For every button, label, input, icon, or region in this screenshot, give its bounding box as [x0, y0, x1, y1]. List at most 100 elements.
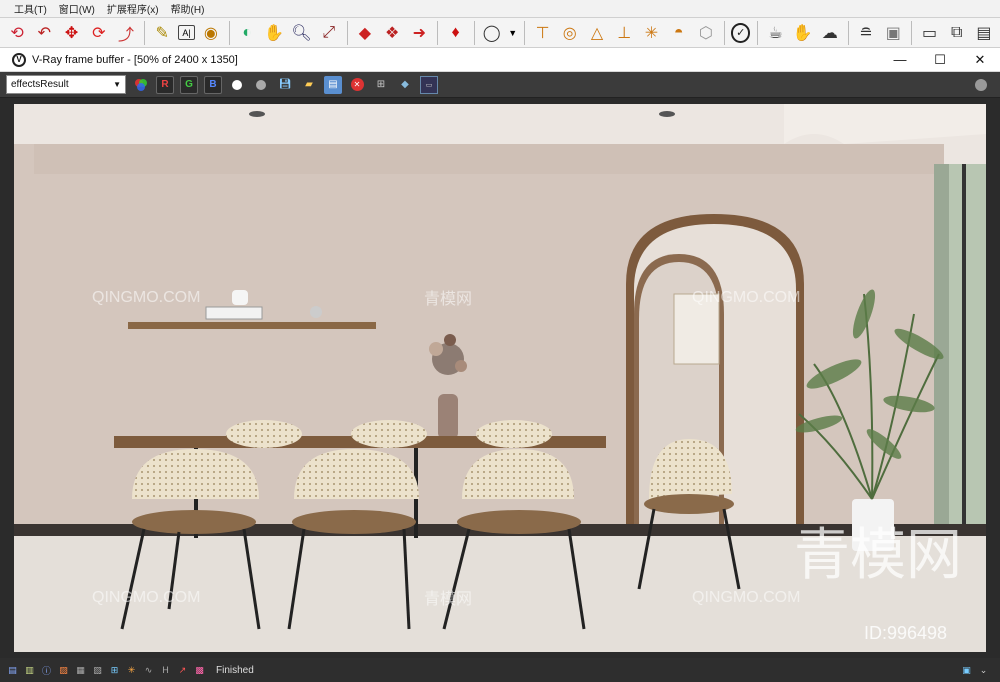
section-plane-icon[interactable]: ◆ [354, 21, 376, 44]
gray-dot-icon[interactable] [252, 76, 270, 94]
id-label: ID:996498 [864, 623, 947, 643]
region-render-icon[interactable]: ⊞ [372, 76, 390, 94]
cloud-icon[interactable]: ☁ [819, 21, 841, 44]
ruby-icon[interactable]: ♦ [444, 21, 466, 44]
spot-light-icon[interactable]: △ [586, 21, 608, 44]
red-channel-button[interactable]: R [156, 75, 174, 94]
main-toolbar: ⟲ ↶ ✥ ⟳ ⤴ ✎ A| ◉ ◐ ✋ 🔍︎ ⤢ ◆ ❖ ➜ ♦ ◯ ▼ ⊤ … [0, 18, 1000, 48]
mesh-light-icon[interactable]: ⬡ [695, 21, 717, 44]
sphere-light-icon[interactable]: ◎ [559, 21, 581, 44]
wheel-icon[interactable]: ⟲ [6, 21, 28, 44]
vfb-title: V-Ray frame buffer - [50% of 2400 x 1350… [32, 53, 238, 66]
key-icon[interactable]: ✎ [151, 21, 173, 44]
vfb-toolbar: effectsResult ▼ R G B 💾︎ ▰ ▤ ✕ ⊞ ◆ ▭ [0, 72, 1000, 98]
toolbar-separator [524, 20, 526, 45]
hook-icon[interactable]: ↶ [33, 21, 55, 44]
chevron-down-icon: ▼ [113, 80, 121, 89]
zoom-icon[interactable]: 🔍︎ [290, 21, 312, 44]
maximize-button[interactable]: ☐ [920, 52, 960, 68]
light-icon[interactable]: ⊤ [531, 21, 553, 44]
watermark-text: QINGMO.COM [92, 589, 200, 606]
menu-bar: 工具(T) 窗口(W) 扩展程序(x) 帮助(H) [0, 0, 1000, 18]
render-image[interactable]: QINGMO.COM QINGMO.COM 青模网 QINGMO.COM QIN… [14, 104, 986, 652]
vfb-status-bar: ▤ ▥ ⓘ ▨ ▦ ▧ ⊞ ✳ ∿ H ↗ ▩ Finished ▣ ⌄ [0, 658, 1000, 682]
chevron-down-icon[interactable]: ⌄ [977, 664, 990, 677]
correction-icon[interactable]: ✳ [125, 664, 138, 677]
stamp-icon[interactable]: ▧ [91, 664, 104, 677]
history-icon[interactable]: ▤ [6, 664, 19, 677]
lens-effects-icon[interactable]: ▭ [420, 75, 438, 94]
minimize-button[interactable]: — [880, 52, 920, 67]
channel-select[interactable]: effectsResult ▼ [6, 75, 126, 94]
clear-image-icon[interactable]: ✕ [348, 76, 366, 94]
text-tool-icon[interactable]: A| [178, 25, 195, 40]
watermark-text: QINGMO.COM [92, 289, 200, 306]
curve-icon[interactable]: ∿ [142, 664, 155, 677]
rotate-icon[interactable]: ⟳ [88, 21, 110, 44]
render-icon[interactable]: ◆ [396, 76, 414, 94]
teapot-icon[interactable]: ☕︎ [764, 21, 786, 44]
ground-plane-icon[interactable]: ≘ [855, 21, 877, 44]
settings-icon[interactable] [972, 76, 990, 94]
vray-logo-icon: V [12, 52, 26, 67]
watermark-text: QINGMO.COM [692, 289, 800, 306]
move-icon[interactable]: ✥ [60, 21, 82, 44]
clipboard-icon[interactable]: ▤ [324, 75, 342, 94]
watermark-cn-text: 青模网 [424, 289, 472, 308]
toolbar-separator [473, 20, 475, 45]
omni-light-icon[interactable]: ✳ [640, 21, 662, 44]
histogram-icon[interactable]: ▦ [74, 664, 87, 677]
render-viewport: QINGMO.COM QINGMO.COM 青模网 QINGMO.COM QIN… [0, 98, 1000, 658]
window-icon[interactable]: ▭ [918, 21, 940, 44]
lut-icon[interactable]: ▨ [57, 664, 70, 677]
menu-window[interactable]: 窗口(W) [59, 1, 95, 16]
paint-icon[interactable]: ◉ [200, 21, 222, 44]
blue-channel-button[interactable]: B [204, 75, 222, 94]
open-folder-icon[interactable]: ▰ [300, 76, 318, 94]
watermark-text: QINGMO.COM [692, 589, 800, 606]
track-icon[interactable]: ↗ [176, 664, 189, 677]
toolbar-separator [228, 20, 230, 45]
hand-icon[interactable]: ✋ [792, 21, 814, 44]
component-icon[interactable]: ❖ [381, 21, 403, 44]
color-channels-icon[interactable] [132, 76, 150, 94]
green-channel-button[interactable]: G [180, 75, 198, 94]
panel-icon[interactable]: ▤ [973, 21, 995, 44]
toolbar-separator [346, 20, 348, 45]
log-icon[interactable]: ▥ [23, 664, 36, 677]
dome-light-icon[interactable]: ◓ [668, 21, 690, 44]
menu-help[interactable]: 帮助(H) [171, 1, 205, 16]
save-image-icon[interactable]: 💾︎ [276, 76, 294, 94]
color-icon[interactable]: ▩ [193, 664, 206, 677]
big-watermark-text: 青模网 [794, 523, 962, 588]
vfb-titlebar: V V-Ray frame buffer - [50% of 2400 x 13… [0, 48, 1000, 72]
rendered-dining-room: QINGMO.COM QINGMO.COM 青模网 QINGMO.COM QIN… [14, 104, 986, 652]
toolbar-separator [757, 20, 759, 45]
close-button[interactable]: ✕ [960, 52, 1000, 68]
zoom-extents-icon[interactable]: ⤢ [318, 21, 340, 44]
user-icon[interactable]: ◯ [481, 21, 503, 44]
toolbar-separator [911, 20, 913, 45]
info-icon[interactable]: ⓘ [40, 664, 53, 677]
channel-value: effectsResult [11, 79, 69, 90]
menu-tools[interactable]: 工具(T) [14, 1, 47, 16]
toolbar-separator [144, 20, 146, 45]
scale-icon[interactable]: ⤴ [115, 21, 137, 44]
render-status: Finished [216, 664, 254, 676]
vray-icon[interactable]: ✓ [730, 22, 751, 43]
pan-icon[interactable]: ✋ [263, 21, 285, 44]
toolbar-separator [848, 20, 849, 45]
frame-icon[interactable]: ▣ [882, 21, 904, 44]
compare-icon[interactable]: ⊞ [108, 664, 121, 677]
pin-icon[interactable]: ▣ [960, 664, 973, 677]
ies-light-icon[interactable]: ⊥ [613, 21, 635, 44]
hsv-icon[interactable]: H [159, 664, 172, 677]
toolbar-separator [723, 20, 725, 45]
orbit-icon[interactable]: ◐ [236, 21, 258, 44]
camera-icon[interactable]: ⧉ [946, 21, 968, 44]
export-icon[interactable]: ➜ [408, 21, 430, 44]
watermark-cn-text: 青模网 [424, 589, 472, 608]
chevron-down-icon[interactable]: ▼ [508, 21, 518, 44]
menu-extensions[interactable]: 扩展程序(x) [107, 1, 159, 16]
white-dot-icon[interactable] [228, 76, 246, 94]
